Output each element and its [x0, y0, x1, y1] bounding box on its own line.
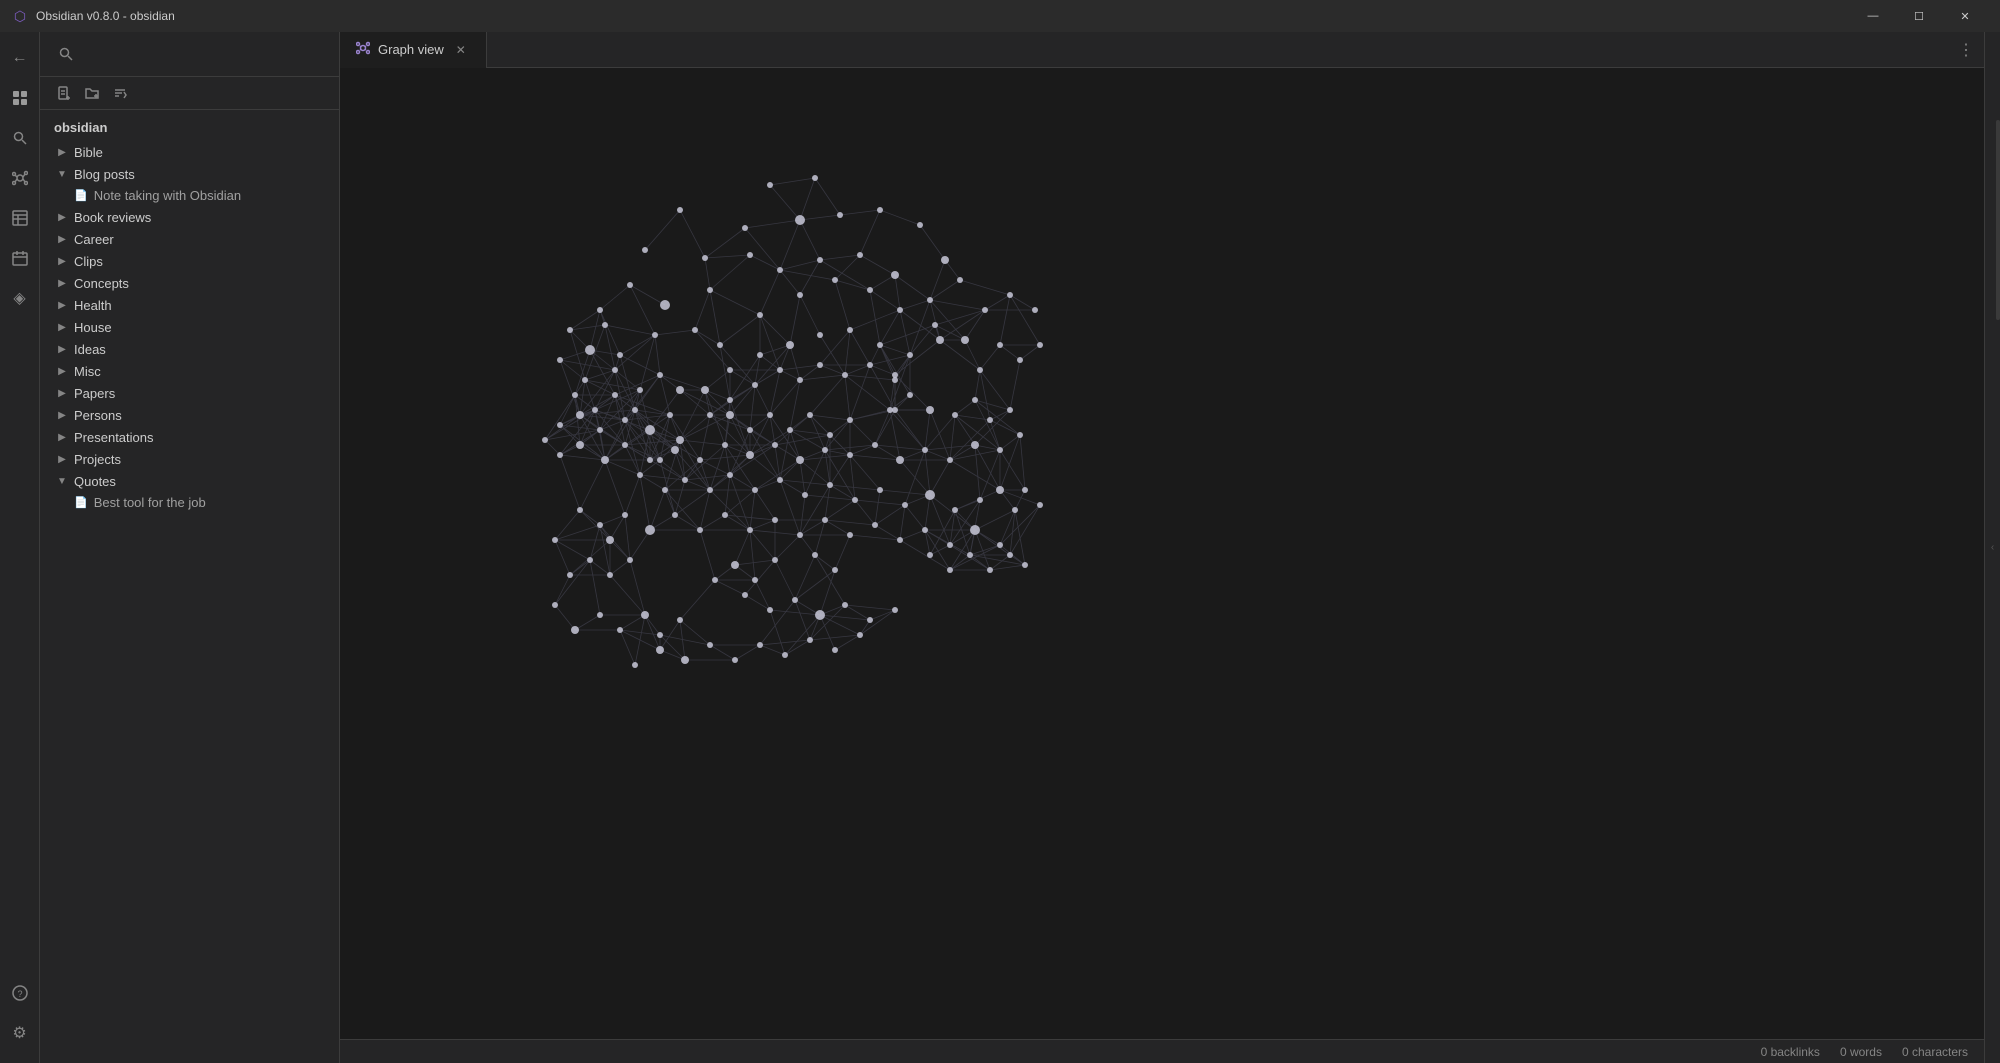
app-title: Obsidian v0.8.0 - obsidian — [36, 9, 1850, 23]
tree-item-label: Presentations — [74, 430, 325, 445]
tree-item-label: Quotes — [74, 474, 325, 489]
app-icon: ⬡ — [12, 8, 28, 24]
workspace-name: obsidian — [40, 114, 339, 141]
titlebar: ⬡ Obsidian v0.8.0 - obsidian — ☐ ✕ — [0, 0, 2000, 32]
tree-item-label: Papers — [74, 386, 325, 401]
word-count: 0 words — [1840, 1045, 1882, 1059]
char-count: 0 characters — [1902, 1045, 1968, 1059]
left-ribbon: ← — [0, 32, 40, 1063]
chevron-icon: ▼ — [54, 166, 70, 182]
files-ribbon-button[interactable] — [2, 80, 38, 116]
tree-item-bible[interactable]: ▶ Bible — [40, 141, 339, 163]
chevron-icon: ▼ — [54, 473, 70, 489]
svg-text:?: ? — [17, 989, 22, 999]
chevron-icon: ▶ — [54, 275, 70, 291]
maximize-button[interactable]: ☐ — [1896, 0, 1942, 32]
tree-item-label: Persons — [74, 408, 325, 423]
file-tree: obsidian ▶ Bible ▼ Blog posts 📄 Note tak… — [40, 110, 339, 1063]
graph-tab-icon — [356, 41, 370, 58]
table-ribbon-button[interactable] — [2, 200, 38, 236]
tree-child-note-taking[interactable]: 📄 Note taking with Obsidian — [40, 185, 339, 206]
sort-button[interactable] — [108, 81, 132, 105]
minimize-button[interactable]: — — [1850, 0, 1896, 32]
child-label: Best tool for the job — [94, 495, 206, 510]
file-icon: 📄 — [74, 189, 88, 202]
search-ribbon-button[interactable] — [2, 120, 38, 156]
new-folder-button[interactable] — [80, 81, 104, 105]
tab-close-button[interactable]: ✕ — [452, 41, 470, 59]
tree-child-best-tool[interactable]: 📄 Best tool for the job — [40, 492, 339, 513]
tree-item-label: Book reviews — [74, 210, 325, 225]
calendar-ribbon-button[interactable] — [2, 240, 38, 276]
tree-item-concepts[interactable]: ▶ Concepts — [40, 272, 339, 294]
backlinks-count: 0 backlinks — [1761, 1045, 1820, 1059]
tree-item-label: Concepts — [74, 276, 325, 291]
tree-item-projects[interactable]: ▶ Projects — [40, 448, 339, 470]
chevron-icon: ▶ — [54, 144, 70, 160]
tree-item-label: Projects — [74, 452, 325, 467]
graph-ribbon-button[interactable] — [2, 160, 38, 196]
tree-item-label: Ideas — [74, 342, 325, 357]
new-file-button[interactable] — [52, 81, 76, 105]
tree-item-papers[interactable]: ▶ Papers — [40, 382, 339, 404]
file-icon: 📄 — [74, 496, 88, 509]
graph-network-svg — [340, 68, 1984, 1039]
tree-item-book-reviews[interactable]: ▶ Book reviews — [40, 206, 339, 228]
close-button[interactable]: ✕ — [1942, 0, 1988, 32]
search-button[interactable] — [52, 40, 80, 68]
graph-tab-label: Graph view — [378, 42, 444, 57]
tree-item-presentations[interactable]: ▶ Presentations — [40, 426, 339, 448]
settings-ribbon-button[interactable]: ⚙ — [2, 1015, 38, 1051]
graph-view[interactable] — [340, 68, 1984, 1039]
tree-item-label: Misc — [74, 364, 325, 379]
graph-view-tab[interactable]: Graph view ✕ — [340, 32, 487, 68]
tree-item-label: Career — [74, 232, 325, 247]
tree-item-misc[interactable]: ▶ Misc — [40, 360, 339, 382]
chevron-icon: ▶ — [54, 297, 70, 313]
sidebar-toolbar — [40, 32, 339, 77]
back-button[interactable]: ← — [2, 40, 38, 76]
tree-item-label: Health — [74, 298, 325, 313]
chevron-icon: ▶ — [54, 363, 70, 379]
chevron-icon: ▶ — [54, 429, 70, 445]
tree-item-quotes[interactable]: ▼ Quotes — [40, 470, 339, 492]
tree-item-persons[interactable]: ▶ Persons — [40, 404, 339, 426]
file-explorer-sidebar: obsidian ▶ Bible ▼ Blog posts 📄 Note tak… — [40, 32, 340, 1063]
main-layout: ← — [0, 32, 2000, 1063]
tree-item-label: Blog posts — [74, 167, 325, 182]
child-label: Note taking with Obsidian — [94, 188, 241, 203]
chevron-icon: ▶ — [54, 385, 70, 401]
window-controls: — ☐ ✕ — [1850, 0, 1988, 32]
chevron-icon: ▶ — [54, 341, 70, 357]
tree-item-health[interactable]: ▶ Health — [40, 294, 339, 316]
main-content: Graph view ✕ ⋮ 0 backlinks 0 words 0 cha… — [340, 32, 1984, 1063]
help-ribbon-button[interactable]: ? — [2, 975, 38, 1011]
tree-item-house[interactable]: ▶ House — [40, 316, 339, 338]
status-bar: 0 backlinks 0 words 0 characters — [340, 1039, 1984, 1063]
chevron-icon: ▶ — [54, 451, 70, 467]
chevron-icon: ▶ — [54, 253, 70, 269]
tab-bar: Graph view ✕ ⋮ — [340, 32, 1984, 68]
tree-item-label: Clips — [74, 254, 325, 269]
chevron-icon: ▶ — [54, 407, 70, 423]
tree-item-blog-posts[interactable]: ▼ Blog posts — [40, 163, 339, 185]
tag-ribbon-button[interactable]: ◈ — [2, 280, 38, 316]
tree-item-label: House — [74, 320, 325, 335]
chevron-icon: ▶ — [54, 231, 70, 247]
tree-item-career[interactable]: ▶ Career — [40, 228, 339, 250]
chevron-icon: ▶ — [54, 209, 70, 225]
tree-item-ideas[interactable]: ▶ Ideas — [40, 338, 339, 360]
tab-more-button[interactable]: ⋮ — [1948, 32, 1984, 68]
file-tree-actions — [40, 77, 339, 110]
tree-item-clips[interactable]: ▶ Clips — [40, 250, 339, 272]
chevron-icon: ▶ — [54, 319, 70, 335]
tree-item-label: Bible — [74, 145, 325, 160]
